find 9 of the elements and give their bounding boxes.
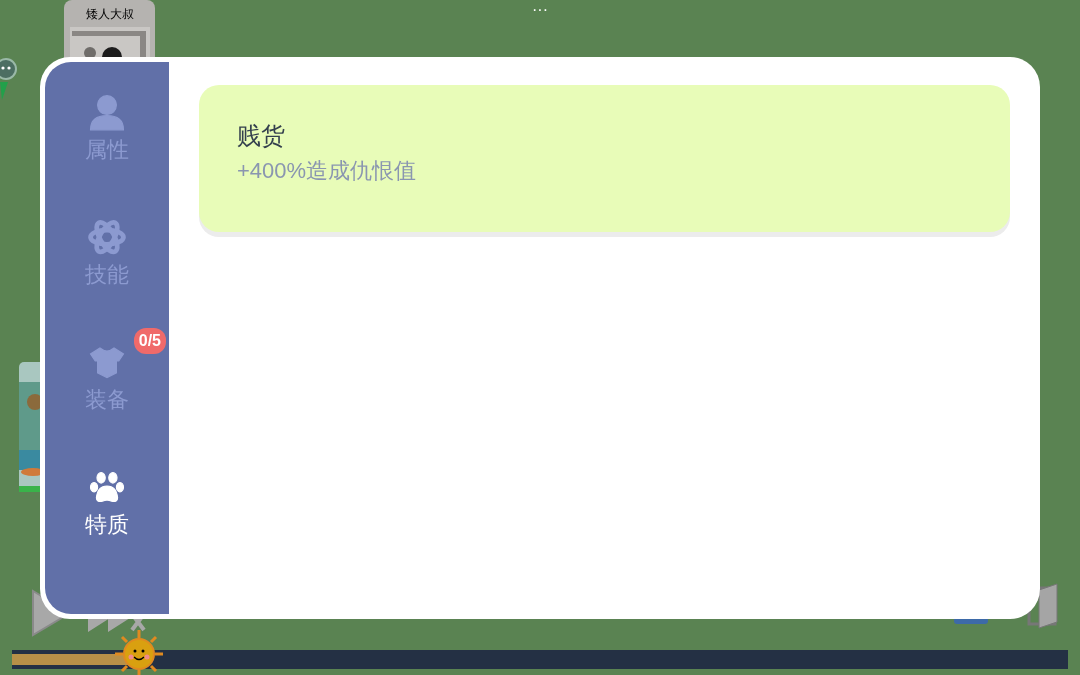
trait-effect: +400%造成仇恨值 [237, 157, 417, 185]
door-icon[interactable] [1025, 580, 1061, 630]
ghost-icon[interactable] [0, 56, 18, 100]
npc-name: 矮人大叔 [85, 6, 134, 23]
sidebar-tab[interactable]: 特质 [57, 465, 157, 560]
sun-icon [114, 630, 163, 675]
count-badge: 0/5 [133, 328, 166, 354]
trait-name: 贱货 [237, 121, 285, 151]
menu-dots[interactable]: ··· [525, 0, 555, 20]
